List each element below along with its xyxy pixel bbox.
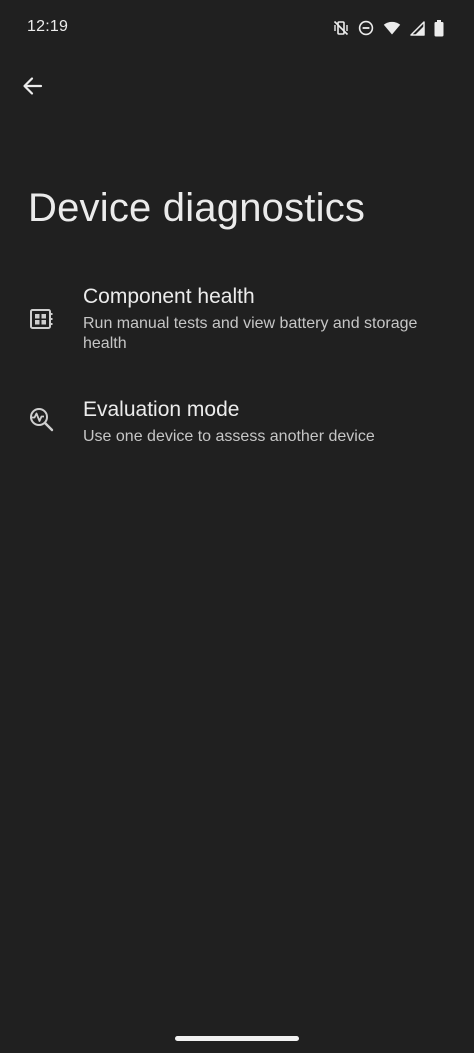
evaluation-mode-title: Evaluation mode [83, 398, 240, 421]
search-pulse-icon [28, 406, 54, 432]
arrow-back-icon [21, 75, 43, 102]
status-bar: 12:19 [0, 0, 474, 56]
do-not-disturb-icon [358, 20, 374, 36]
status-time: 12:19 [27, 18, 69, 35]
cell-signal-icon [410, 20, 425, 36]
navigation-handle[interactable] [175, 1036, 299, 1041]
component-health-title: Component health [83, 285, 255, 308]
evaluation-mode-item[interactable]: Evaluation mode Use one device to assess… [0, 388, 474, 464]
battery-icon [434, 19, 444, 37]
component-health-item[interactable]: Component health Run manual tests and vi… [0, 276, 474, 372]
component-health-summary: Run manual tests and view battery and st… [83, 315, 418, 352]
page-title: Device diagnostics [28, 186, 366, 230]
back-button[interactable] [14, 70, 50, 106]
wifi-icon [383, 20, 401, 36]
component-board-icon [28, 306, 54, 332]
evaluation-mode-summary: Use one device to assess another device [83, 428, 375, 445]
status-icons [333, 18, 444, 38]
mute-vibrate-icon [333, 20, 349, 36]
